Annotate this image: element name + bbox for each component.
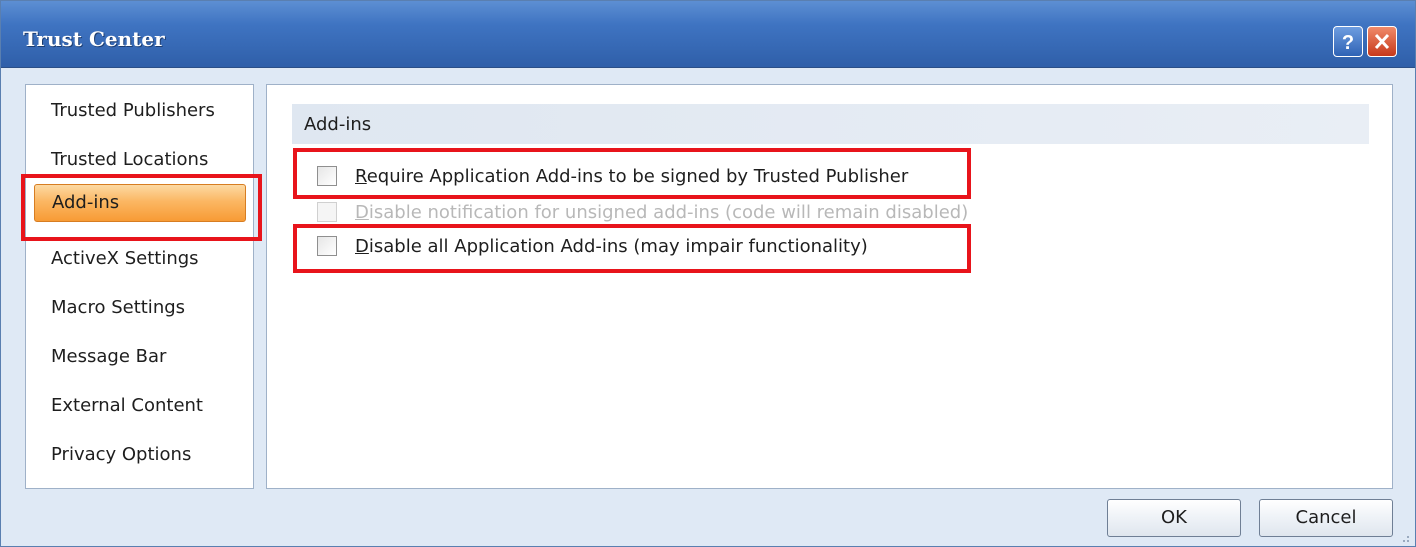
sidebar: Trusted Publishers Trusted Locations Add…	[25, 84, 254, 489]
title-bar[interactable]: Trust Center ?	[1, 1, 1415, 68]
sidebar-item-macro-settings[interactable]: Macro Settings	[34, 289, 246, 327]
help-button[interactable]: ?	[1333, 26, 1363, 57]
window-title: Trust Center	[23, 27, 165, 51]
disable-notification-label: Disable notification for unsigned add-in…	[355, 202, 969, 223]
resize-grip-icon[interactable]	[1395, 534, 1411, 544]
add-ins-panel: Add-ins Require Application Add-ins to b…	[266, 84, 1393, 489]
sidebar-item-trusted-locations[interactable]: Trusted Locations	[34, 141, 246, 179]
close-icon	[1374, 33, 1390, 50]
svg-text:?: ?	[1342, 32, 1354, 54]
close-button[interactable]	[1367, 26, 1397, 57]
sidebar-item-add-ins[interactable]: Add-ins	[34, 184, 246, 222]
require-signed-addins-checkbox[interactable]	[317, 166, 337, 186]
sidebar-item-activex-settings[interactable]: ActiveX Settings	[34, 240, 246, 278]
disable-all-addins-label[interactable]: Disable all Application Add-ins (may imp…	[355, 235, 868, 259]
trust-center-dialog: Trust Center ? Trusted Publishers Truste…	[0, 0, 1416, 547]
help-icon: ?	[1342, 32, 1354, 54]
section-header: Add-ins	[292, 104, 1369, 144]
ok-button[interactable]: OK	[1107, 499, 1241, 537]
cancel-button[interactable]: Cancel	[1259, 499, 1393, 537]
disable-notification-checkbox	[317, 202, 337, 222]
sidebar-item-privacy-options[interactable]: Privacy Options	[34, 436, 246, 474]
sidebar-item-external-content[interactable]: External Content	[34, 387, 246, 425]
disable-all-addins-checkbox[interactable]	[317, 236, 337, 256]
sidebar-item-message-bar[interactable]: Message Bar	[34, 338, 246, 376]
require-signed-addins-label[interactable]: Require Application Add-ins to be signed…	[355, 165, 908, 189]
sidebar-item-trusted-publishers[interactable]: Trusted Publishers	[34, 92, 246, 130]
section-title: Add-ins	[304, 114, 372, 135]
